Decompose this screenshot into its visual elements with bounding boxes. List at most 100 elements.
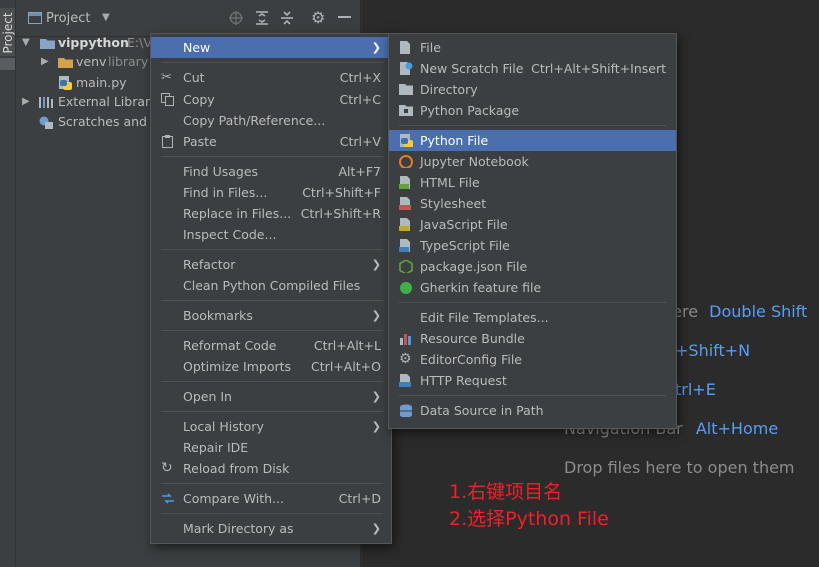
submenu-item-http-request[interactable]: HTTP Request bbox=[389, 370, 676, 391]
copy-icon bbox=[161, 93, 174, 106]
structure-tool-tab[interactable] bbox=[0, 58, 15, 70]
submenu-item-editorconfig[interactable]: ⚙ EditorConfig File bbox=[389, 349, 676, 370]
menu-item-replace-in-files[interactable]: Replace in Files... Ctrl+Shift+R bbox=[151, 203, 391, 224]
project-tool-tab[interactable]: Project bbox=[0, 8, 15, 56]
tool-window-strip: Project bbox=[0, 0, 16, 567]
submenu-item-directory[interactable]: Directory bbox=[389, 79, 676, 100]
menu-item-label: New bbox=[183, 40, 211, 55]
menu-item-label: Stylesheet bbox=[420, 196, 487, 211]
hint-text: Drop files here to open them bbox=[564, 458, 795, 477]
menu-item-copy[interactable]: Copy Ctrl+C bbox=[151, 89, 391, 110]
minimize-icon[interactable] bbox=[338, 16, 351, 18]
menu-separator bbox=[161, 249, 383, 250]
menu-item-inspect-code[interactable]: Inspect Code... bbox=[151, 224, 391, 245]
menu-item-new[interactable]: New ❯ bbox=[151, 37, 391, 58]
submenu-item-javascript-file[interactable]: JavaScript File bbox=[389, 214, 676, 235]
submenu-item-resource-bundle[interactable]: Resource Bundle bbox=[389, 328, 676, 349]
menu-item-shortcut: Ctrl+Alt+Shift+Insert bbox=[531, 61, 666, 76]
menu-item-find-usages[interactable]: Find Usages Alt+F7 bbox=[151, 161, 391, 182]
menu-item-shortcut: Ctrl+D bbox=[338, 491, 381, 506]
gear-icon[interactable]: ⚙ bbox=[311, 8, 325, 27]
submenu-item-edit-file-templates[interactable]: Edit File Templates... bbox=[389, 307, 676, 328]
main-py-label: main.py bbox=[76, 75, 127, 90]
new-submenu: File New Scratch File Ctrl+Alt+Shift+Ins… bbox=[388, 33, 677, 429]
submenu-item-package-json[interactable]: package.json File bbox=[389, 256, 676, 277]
gherkin-icon bbox=[400, 282, 412, 294]
nodejs-icon bbox=[399, 260, 413, 273]
submenu-item-html-file[interactable]: HTML File bbox=[389, 172, 676, 193]
menu-item-reformat-code[interactable]: Reformat Code Ctrl+Alt+L bbox=[151, 335, 391, 356]
expand-all-icon[interactable] bbox=[255, 11, 269, 25]
menu-item-label: Refactor bbox=[183, 257, 236, 272]
typescript-file-icon bbox=[399, 239, 410, 252]
menu-item-label: Find in Files... bbox=[183, 185, 268, 200]
submenu-arrow-icon: ❯ bbox=[371, 522, 381, 535]
scratch-file-icon bbox=[400, 62, 413, 75]
submenu-item-file[interactable]: File bbox=[389, 37, 676, 58]
recent-files-hint: trl+E bbox=[675, 380, 716, 399]
menu-item-label: Cut bbox=[183, 70, 205, 85]
menu-item-compare-with[interactable]: Compare With... Ctrl+D bbox=[151, 488, 391, 509]
submenu-item-gherkin-feature[interactable]: Gherkin feature file bbox=[389, 277, 676, 298]
hint-shortcut: Alt+Home bbox=[695, 419, 779, 438]
menu-item-clean-compiled[interactable]: Clean Python Compiled Files bbox=[151, 275, 391, 296]
submenu-item-jupyter-notebook[interactable]: Jupyter Notebook bbox=[389, 151, 676, 172]
javascript-file-icon bbox=[399, 218, 410, 231]
locate-file-icon[interactable] bbox=[229, 11, 243, 25]
submenu-item-python-package[interactable]: Python Package bbox=[389, 100, 676, 121]
project-root-label: vippython bbox=[58, 35, 129, 50]
menu-item-bookmarks[interactable]: Bookmarks ❯ bbox=[151, 305, 391, 326]
submenu-item-typescript-file[interactable]: TypeScript File bbox=[389, 235, 676, 256]
annotation-step-1: 1.右键项目名 bbox=[449, 481, 563, 503]
menu-separator bbox=[161, 62, 383, 63]
menu-separator bbox=[161, 156, 383, 157]
menu-item-paste[interactable]: Paste Ctrl+V bbox=[151, 131, 391, 152]
menu-item-label: Gherkin feature file bbox=[420, 280, 542, 295]
menu-item-shortcut: Ctrl+V bbox=[339, 134, 381, 149]
submenu-arrow-icon: ❯ bbox=[371, 258, 381, 271]
collapsed-chevron-icon[interactable]: ▶ bbox=[22, 92, 30, 112]
menu-item-label: Reload from Disk bbox=[183, 461, 290, 476]
venv-label: venv bbox=[76, 54, 107, 69]
menu-item-find-in-files[interactable]: Find in Files... Ctrl+Shift+F bbox=[151, 182, 391, 203]
clipboard-icon bbox=[162, 135, 173, 148]
collapsed-chevron-icon[interactable]: ▶ bbox=[41, 52, 49, 72]
submenu-item-stylesheet[interactable]: Stylesheet bbox=[389, 193, 676, 214]
menu-separator bbox=[399, 302, 666, 303]
menu-item-label: Python Package bbox=[420, 103, 520, 118]
submenu-item-data-source-in-path[interactable]: Data Source in Path bbox=[389, 400, 676, 421]
menu-item-copy-path[interactable]: Copy Path/Reference... bbox=[151, 110, 391, 131]
html-file-icon bbox=[399, 176, 410, 189]
submenu-item-python-file[interactable]: Python File bbox=[389, 130, 676, 151]
reload-icon: ↻ bbox=[161, 460, 173, 476]
menu-item-label: Edit File Templates... bbox=[420, 310, 549, 325]
menu-item-reload-from-disk[interactable]: ↻ Reload from Disk bbox=[151, 458, 391, 479]
expanded-chevron-icon[interactable]: ▼ bbox=[22, 33, 30, 53]
menu-item-repair-ide[interactable]: Repair IDE bbox=[151, 437, 391, 458]
menu-item-refactor[interactable]: Refactor ❯ bbox=[151, 254, 391, 275]
menu-item-optimize-imports[interactable]: Optimize Imports Ctrl+Alt+O bbox=[151, 356, 391, 377]
venv-library-tag: library bbox=[108, 54, 149, 69]
menu-item-label: Open In bbox=[183, 389, 232, 404]
project-tool-tab-label: Project bbox=[1, 12, 15, 54]
menu-item-cut[interactable]: ✂ Cut Ctrl+X bbox=[151, 67, 391, 88]
menu-item-mark-directory-as[interactable]: Mark Directory as ❯ bbox=[151, 518, 391, 539]
menu-item-shortcut: Ctrl+Shift+R bbox=[300, 206, 381, 221]
menu-item-open-in[interactable]: Open In ❯ bbox=[151, 386, 391, 407]
drop-files-hint: Drop files here to open them bbox=[564, 458, 795, 477]
menu-item-label: Compare With... bbox=[183, 491, 284, 506]
submenu-item-new-scratch-file[interactable]: New Scratch File Ctrl+Alt+Shift+Insert bbox=[389, 58, 676, 79]
submenu-arrow-icon: ❯ bbox=[371, 390, 381, 403]
project-panel-header: Project ▼ ⚙ bbox=[16, 0, 360, 37]
collapse-all-icon[interactable] bbox=[280, 11, 294, 25]
hint-shortcut: trl+E bbox=[675, 380, 716, 399]
project-panel-title: Project bbox=[46, 11, 91, 26]
database-icon bbox=[400, 404, 412, 417]
view-selector-chevron-icon[interactable]: ▼ bbox=[102, 12, 110, 23]
menu-item-label: package.json File bbox=[420, 259, 528, 274]
menu-item-local-history[interactable]: Local History ❯ bbox=[151, 416, 391, 437]
menu-separator bbox=[161, 483, 383, 484]
menu-separator bbox=[161, 411, 383, 412]
folder-icon bbox=[58, 58, 73, 68]
menu-separator bbox=[161, 330, 383, 331]
